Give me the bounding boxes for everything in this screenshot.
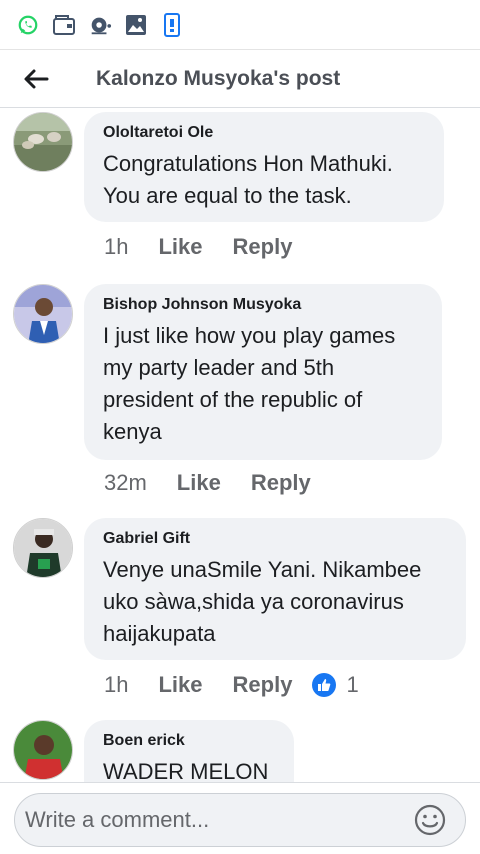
comment-text: Congratulations Hon Mathuki. You are equ…	[103, 151, 393, 208]
whatsapp-icon	[16, 13, 40, 37]
comment-bubble[interactable]: Bishop Johnson Musyoka I just like how y…	[84, 284, 442, 460]
avatar[interactable]	[13, 112, 73, 172]
reaction-count: 1	[346, 672, 359, 697]
reply-button[interactable]: Reply	[233, 234, 293, 260]
thumbs-up-icon	[312, 673, 337, 697]
emoji-button[interactable]	[405, 795, 455, 845]
comment-input-box[interactable]	[14, 793, 466, 847]
cast-icon	[88, 13, 112, 37]
comment-text: Venye unaSmile Yani. Nikambee uko sàwa,s…	[103, 557, 422, 646]
comment-text: I just like how you play games my party …	[103, 323, 396, 444]
like-button[interactable]: Like	[158, 234, 202, 260]
status-bar	[0, 0, 480, 50]
comment-author[interactable]: Ololtaretoi Ole	[103, 124, 424, 142]
reply-button[interactable]: Reply	[233, 672, 293, 698]
comment-time: 32m	[104, 470, 147, 495]
comment-list[interactable]: Ololtaretoi Ole Congratulations Hon Math…	[0, 108, 480, 782]
avatar[interactable]	[13, 284, 73, 344]
like-button[interactable]: Like	[177, 470, 221, 496]
comment-time: 1h	[104, 234, 129, 259]
comment-bubble[interactable]: Boen erick WADER MELON	[84, 720, 294, 782]
avatar[interactable]	[13, 518, 73, 578]
comment-actions: 32m Like Reply	[104, 470, 311, 496]
wallet-icon	[52, 13, 76, 37]
comment-input[interactable]	[15, 807, 405, 833]
page-title: Kalonzo Musyoka's post	[96, 66, 341, 90]
comment-author[interactable]: Bishop Johnson Musyoka	[103, 296, 422, 314]
arrow-left-icon	[24, 69, 49, 88]
comment-author[interactable]: Boen erick	[103, 732, 274, 750]
comment-time: 1h	[104, 672, 129, 697]
comment-text: WADER MELON	[103, 759, 269, 782]
comment-bubble[interactable]: Gabriel Gift Venye unaSmile Yani. Nikamb…	[84, 518, 466, 660]
reaction-summary[interactable]: 1	[312, 672, 359, 698]
phone-icon	[160, 12, 184, 37]
image-icon	[124, 13, 148, 37]
avatar[interactable]	[13, 720, 73, 780]
back-button[interactable]	[0, 50, 72, 108]
comment-composer	[0, 782, 480, 854]
smiley-icon	[414, 804, 446, 836]
like-button[interactable]: Like	[158, 672, 202, 698]
post-header: Kalonzo Musyoka's post	[0, 50, 480, 108]
comment-actions: 1h Like Reply	[104, 234, 292, 260]
reply-button[interactable]: Reply	[251, 470, 311, 496]
comment-bubble[interactable]: Ololtaretoi Ole Congratulations Hon Math…	[84, 112, 444, 222]
comment-author[interactable]: Gabriel Gift	[103, 530, 446, 548]
comment-actions: 1h Like Reply 1	[104, 672, 359, 698]
